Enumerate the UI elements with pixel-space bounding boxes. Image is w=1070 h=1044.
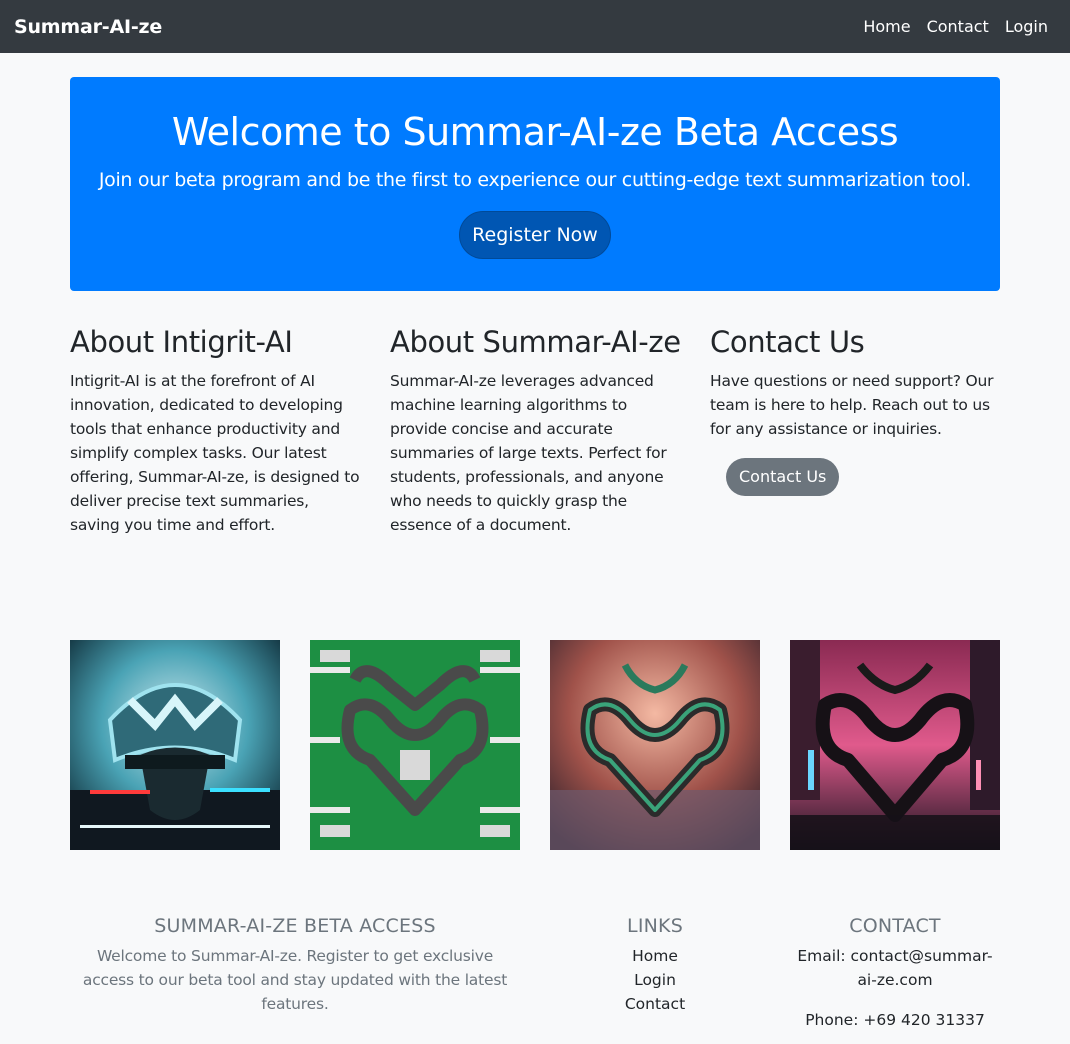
circuit-logo-green-image xyxy=(310,640,520,850)
navbar: Summar-AI-ze Home Contact Login xyxy=(0,0,1070,53)
nav-link-contact[interactable]: Contact xyxy=(927,17,989,36)
footer-about-text: Welcome to Summar-AI-ze. Register to get… xyxy=(82,947,508,1013)
circuit-logo-copper-image xyxy=(550,640,760,850)
section-text: Intigrit-AI is at the forefront of AI in… xyxy=(70,372,360,534)
section-title: Contact Us xyxy=(710,325,865,359)
robot-helmet-image xyxy=(70,640,280,850)
section-text: Summar-AI-ze leverages advanced machine … xyxy=(390,372,667,534)
nav-link-login[interactable]: Login xyxy=(1005,17,1048,36)
hero-jumbotron: Welcome to Summar-AI-ze Beta Access Join… xyxy=(70,77,1000,291)
footer-about-title: SUMMAR-AI-ZE BETA ACCESS xyxy=(154,915,436,937)
footer-links-list: Home Login Contact xyxy=(595,944,715,1016)
footer-links-title: LINKS xyxy=(627,915,683,937)
section-title: About Intigrit-AI xyxy=(70,325,293,359)
footer-contact: CONTACT Email: contact@summar-ai-ze.com … xyxy=(790,914,1000,1032)
about-intigrit-section: About Intigrit-AI Intigrit-AI is at the … xyxy=(70,323,362,537)
hero-title: Welcome to Summar-AI-ze Beta Access xyxy=(171,110,899,154)
footer-link-home[interactable]: Home xyxy=(595,944,715,968)
contact-section: Contact Us Have questions or need suppor… xyxy=(710,323,1002,496)
contact-us-button[interactable]: Contact Us xyxy=(726,458,840,496)
hero-subtitle: Join our beta program and be the first t… xyxy=(98,169,972,191)
section-text: Have questions or need support? Our team… xyxy=(710,372,994,438)
footer-email: Email: contact@summar-ai-ze.com xyxy=(797,947,993,989)
neon-city-logo-image xyxy=(790,640,1000,850)
footer-phone: Phone: +69 420 31337 xyxy=(805,1011,985,1029)
nav-links: Home Contact Login xyxy=(863,17,1048,36)
footer-links: LINKS Home Login Contact xyxy=(595,914,715,1016)
register-now-button[interactable]: Register Now xyxy=(459,211,611,259)
section-title: About Summar-AI-ze xyxy=(390,325,681,359)
footer-link-login[interactable]: Login xyxy=(595,968,715,992)
about-summarize-section: About Summar-AI-ze Summar-AI-ze leverage… xyxy=(390,323,682,537)
footer-about: SUMMAR-AI-ZE BETA ACCESS Welcome to Summ… xyxy=(70,914,520,1016)
footer-contact-title: CONTACT xyxy=(849,915,941,937)
nav-link-home[interactable]: Home xyxy=(863,17,910,36)
footer-link-contact[interactable]: Contact xyxy=(595,992,715,1016)
navbar-brand[interactable]: Summar-AI-ze xyxy=(14,16,162,38)
